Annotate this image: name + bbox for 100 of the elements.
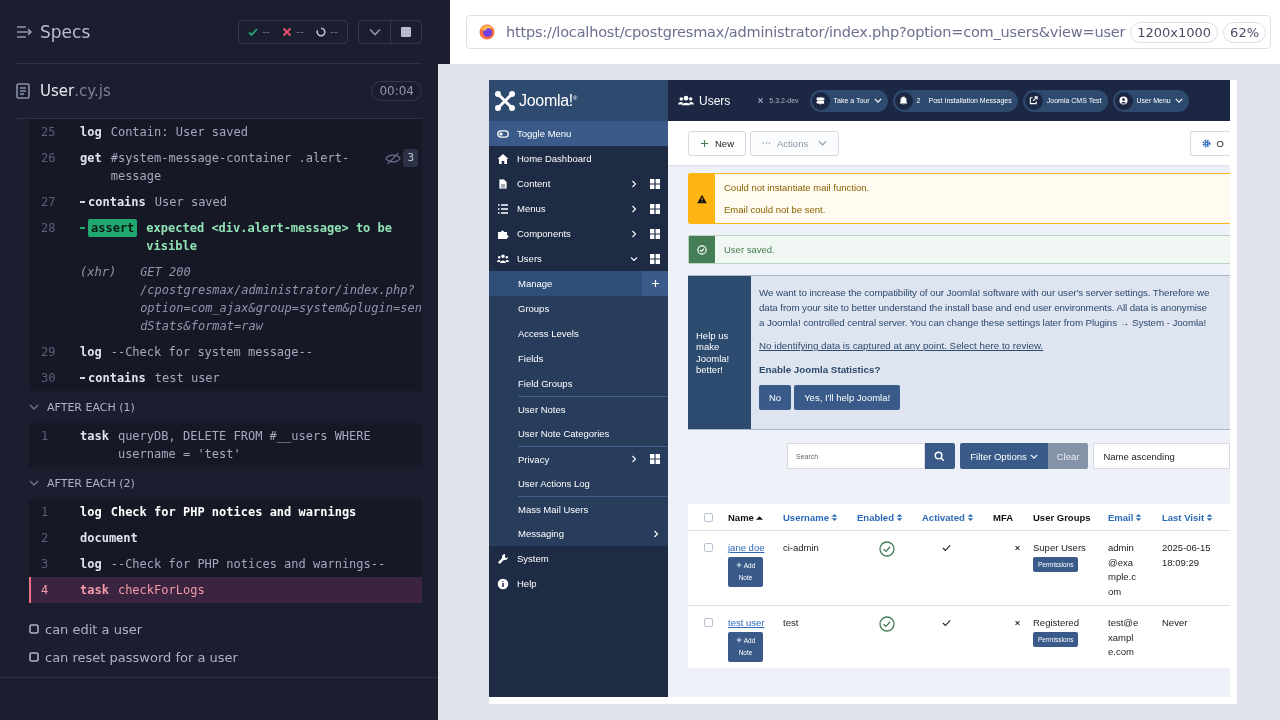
prompt-button[interactable]: Yes, I'll help Joomla! — [794, 385, 901, 410]
page-title: Users — [699, 93, 731, 108]
alert-text: User saved. — [724, 244, 775, 255]
command-name: contains — [88, 370, 146, 387]
file-icon — [497, 177, 509, 190]
command-name: document — [80, 530, 138, 547]
column-header[interactable]: Name — [728, 511, 783, 523]
user-icon — [1119, 96, 1128, 105]
toggle-menu-button[interactable]: Toggle Menu — [489, 121, 668, 146]
submenu-item[interactable]: Groups — [489, 296, 668, 321]
users-icon — [678, 95, 694, 106]
search-button[interactable] — [924, 443, 956, 469]
cross-icon — [282, 26, 293, 37]
line-number: 2 — [40, 530, 50, 547]
nav-item[interactable]: Help — [489, 571, 668, 596]
dashboard-icon[interactable] — [650, 203, 660, 214]
submenu-item[interactable]: Fields — [489, 346, 668, 371]
plus-icon — [700, 138, 709, 148]
submenu-item[interactable]: Field Groups — [489, 371, 668, 396]
menu-icon[interactable] — [16, 24, 34, 39]
search-icon — [934, 450, 946, 462]
stop-icon — [401, 26, 411, 37]
line-number: 29 — [40, 344, 57, 361]
check-circle-icon[interactable] — [879, 616, 895, 632]
line-number: 30 — [40, 370, 57, 387]
row-checkbox[interactable] — [703, 543, 713, 552]
url-text: https://localhost/cpostgresmax/administrator/index.php?option=com_users&view=user — [506, 24, 1126, 40]
nav-item[interactable]: Users — [489, 246, 668, 271]
line-number: 1 — [40, 428, 50, 445]
column-header[interactable]: Enabled — [857, 511, 922, 523]
check-circle-icon[interactable] — [879, 541, 895, 557]
home-icon — [497, 152, 509, 165]
submenu-item[interactable]: User Note Categories — [489, 421, 668, 446]
alert-text: Email could not be sent. — [724, 204, 827, 215]
dashboard-icon[interactable] — [650, 454, 660, 464]
checkbox-icon — [29, 652, 39, 662]
command-message: queryDB, DELETE FROM #__users WHERE username = 'test' — [117, 428, 372, 463]
plus-icon — [650, 279, 660, 288]
command-message: GET 200 /cpostgresmax/administrator/index.php?option=com_ajax&group=system&plugin=sendStats&format=raw — [140, 264, 422, 335]
sort-icon — [1135, 513, 1143, 521]
nesting-dash — [80, 227, 85, 229]
user-name-link[interactable]: test user — [728, 616, 765, 631]
command-name: contains — [88, 194, 146, 211]
test-title[interactable]: can reset password for a user — [45, 649, 238, 665]
plus-icon — [735, 561, 742, 568]
submenu-item[interactable]: Messaging — [489, 521, 668, 546]
table-cell-text: test@example.com — [1108, 616, 1140, 659]
prompt-text: a Joomla! controlled central server. You can change these settings later from Plugins → System - Joomla! — [759, 316, 1208, 330]
chevron-icon[interactable] — [29, 478, 39, 488]
column-header[interactable]: Username — [783, 511, 857, 523]
alert-text: Could not instantiate mail function. — [724, 182, 870, 193]
hook-heading[interactable]: AFTER EACH (1) — [47, 400, 135, 414]
table-cell-text: Registered — [1033, 616, 1079, 630]
dashboard-icon[interactable] — [650, 228, 660, 239]
list-icon — [497, 202, 509, 215]
table-cell-text: Never — [1162, 616, 1189, 630]
review-link[interactable]: No identifying data is captured at any point. Select here to review. — [759, 340, 1210, 351]
column-header[interactable]: Email — [1108, 511, 1162, 523]
filter-options-button[interactable]: Filter Options — [960, 443, 1048, 469]
nesting-dash — [80, 201, 85, 203]
sort-icon — [895, 513, 903, 521]
row-checkbox[interactable] — [703, 618, 713, 627]
submenu-item[interactable]: Manage — [489, 271, 668, 296]
command-message: Check for PHP notices and warnings — [110, 504, 358, 521]
brand-name: Joomla!$^{®}$ — [519, 91, 578, 110]
select-all-checkbox[interactable] — [703, 512, 713, 522]
nav-item[interactable]: Components — [489, 221, 668, 246]
sort-icon — [830, 513, 838, 521]
command-name: (xhr) — [80, 264, 117, 281]
submenu-item[interactable]: Access Levels — [489, 321, 668, 346]
nav-item[interactable]: Content — [489, 171, 668, 196]
column-header[interactable]: Activated — [922, 511, 993, 523]
user-name-link[interactable]: jane doe — [728, 541, 765, 556]
test-title[interactable]: can edit a user — [45, 621, 143, 637]
nav-item[interactable]: System — [489, 546, 668, 571]
caret-icon — [1029, 453, 1038, 459]
panel-title: Specs — [40, 21, 91, 42]
dashboard-icon[interactable] — [650, 253, 660, 264]
command-name: log — [80, 504, 102, 521]
users-icon — [497, 252, 509, 265]
ordering-select[interactable]: Name ascending — [1093, 443, 1230, 469]
nav-item[interactable]: Menus — [489, 196, 668, 221]
sort-ascending-icon — [755, 513, 763, 521]
checkbox-icon — [29, 624, 39, 634]
command-message: --Check for PHP notices and warnings-- — [110, 556, 387, 573]
dashboard-icon[interactable] — [650, 178, 660, 189]
stat-count: -- — [262, 25, 271, 38]
line-number: 4 — [40, 582, 50, 599]
submenu-item[interactable]: User Actions Log — [489, 471, 668, 496]
hook-heading[interactable]: AFTER EACH (2) — [47, 476, 135, 490]
command-name: task — [80, 582, 109, 599]
column-header[interactable]: Last Visit — [1162, 511, 1230, 523]
external-link-icon — [1029, 96, 1039, 105]
nav-item[interactable]: Home Dashboard — [489, 146, 668, 171]
line-number: 25 — [40, 124, 57, 141]
toolbar-button[interactable]: New — [688, 130, 746, 156]
prompt-heading: Help us make Joomla! better! — [696, 329, 731, 376]
toolbar-button[interactable]: O — [1189, 130, 1230, 156]
chevron-icon[interactable] — [29, 402, 39, 412]
prompt-button[interactable]: No — [759, 385, 792, 410]
